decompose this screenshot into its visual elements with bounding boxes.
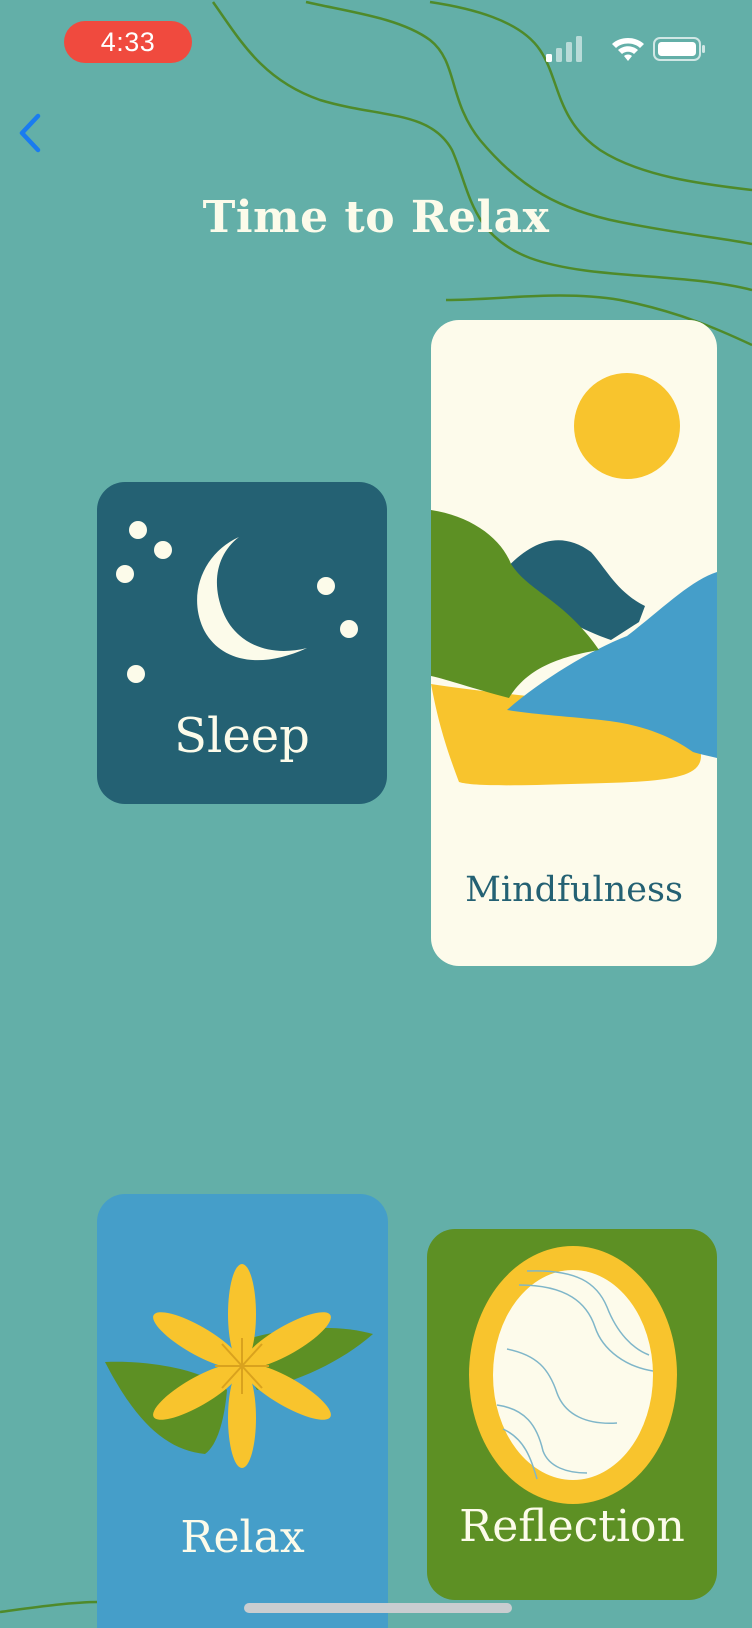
status-icons <box>546 36 705 62</box>
signal-icon <box>546 36 582 62</box>
reflection-label: Reflection <box>459 1501 685 1552</box>
battery-icon <box>653 37 705 61</box>
relax-card[interactable]: Relax <box>97 1194 388 1628</box>
relax-label: Relax <box>180 1512 305 1563</box>
sleep-card[interactable]: Sleep <box>97 482 387 804</box>
page-title: Time to Relax <box>202 192 550 243</box>
mindfulness-card[interactable]: Mindfulness <box>431 320 717 966</box>
wifi-icon <box>612 38 644 61</box>
mindfulness-label: Mindfulness <box>465 870 683 910</box>
status-time: 4:33 <box>64 21 192 63</box>
app-screen: 4:33 Time to Relax Sleep Mindfulness Rel… <box>0 0 752 1628</box>
sleep-label: Sleep <box>174 708 310 764</box>
home-indicator[interactable] <box>244 1603 512 1613</box>
chevron-left-icon[interactable] <box>10 106 54 160</box>
reflection-card[interactable]: Reflection <box>427 1229 717 1600</box>
